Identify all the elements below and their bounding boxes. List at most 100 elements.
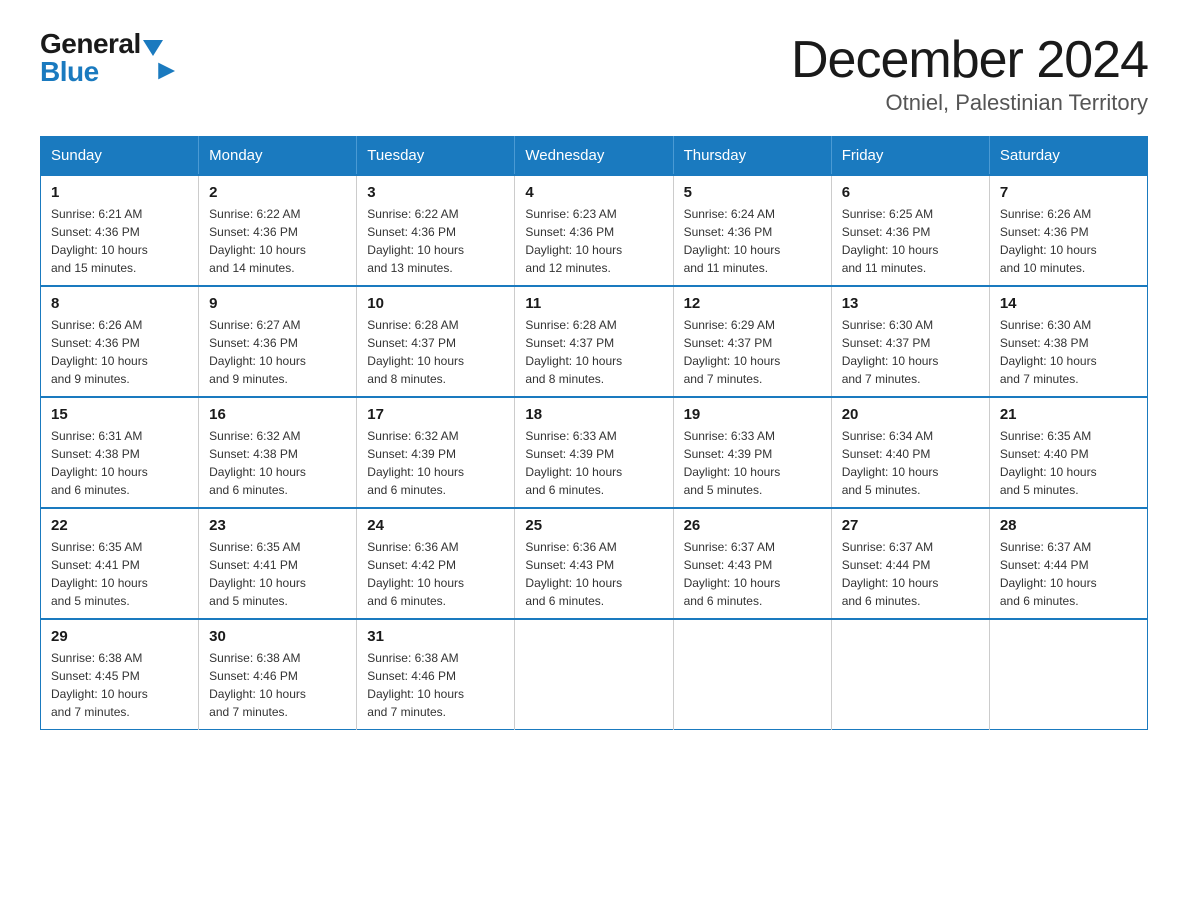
day-info: Sunrise: 6:37 AM Sunset: 4:43 PM Dayligh…	[684, 538, 821, 610]
day-number: 12	[684, 295, 821, 312]
day-number: 15	[51, 406, 188, 423]
day-info: Sunrise: 6:31 AM Sunset: 4:38 PM Dayligh…	[51, 427, 188, 499]
day-number: 2	[209, 184, 346, 201]
calendar-table: Sunday Monday Tuesday Wednesday Thursday…	[40, 136, 1148, 730]
day-number: 29	[51, 628, 188, 645]
calendar-cell: 6 Sunrise: 6:25 AM Sunset: 4:36 PM Dayli…	[831, 175, 989, 286]
calendar-cell: 9 Sunrise: 6:27 AM Sunset: 4:36 PM Dayli…	[199, 286, 357, 397]
calendar-cell: 19 Sunrise: 6:33 AM Sunset: 4:39 PM Dayl…	[673, 397, 831, 508]
logo-triangle-shape: ►	[143, 40, 163, 56]
day-info: Sunrise: 6:33 AM Sunset: 4:39 PM Dayligh…	[684, 427, 821, 499]
day-number: 21	[1000, 406, 1137, 423]
calendar-cell: 14 Sunrise: 6:30 AM Sunset: 4:38 PM Dayl…	[989, 286, 1147, 397]
day-number: 14	[1000, 295, 1137, 312]
day-info: Sunrise: 6:25 AM Sunset: 4:36 PM Dayligh…	[842, 205, 979, 277]
col-thursday: Thursday	[673, 137, 831, 176]
calendar-cell: 30 Sunrise: 6:38 AM Sunset: 4:46 PM Dayl…	[199, 619, 357, 730]
day-info: Sunrise: 6:26 AM Sunset: 4:36 PM Dayligh…	[1000, 205, 1137, 277]
day-number: 31	[367, 628, 504, 645]
calendar-cell: 11 Sunrise: 6:28 AM Sunset: 4:37 PM Dayl…	[515, 286, 673, 397]
day-number: 19	[684, 406, 821, 423]
page-header: General► Blue December 2024 Otniel, Pale…	[40, 30, 1148, 116]
calendar-cell	[831, 619, 989, 730]
day-number: 9	[209, 295, 346, 312]
day-number: 6	[842, 184, 979, 201]
col-friday: Friday	[831, 137, 989, 176]
day-number: 16	[209, 406, 346, 423]
day-info: Sunrise: 6:27 AM Sunset: 4:36 PM Dayligh…	[209, 316, 346, 388]
day-number: 28	[1000, 517, 1137, 534]
day-number: 1	[51, 184, 188, 201]
calendar-cell: 18 Sunrise: 6:33 AM Sunset: 4:39 PM Dayl…	[515, 397, 673, 508]
day-info: Sunrise: 6:30 AM Sunset: 4:38 PM Dayligh…	[1000, 316, 1137, 388]
day-info: Sunrise: 6:30 AM Sunset: 4:37 PM Dayligh…	[842, 316, 979, 388]
day-info: Sunrise: 6:22 AM Sunset: 4:36 PM Dayligh…	[367, 205, 504, 277]
day-info: Sunrise: 6:38 AM Sunset: 4:45 PM Dayligh…	[51, 649, 188, 721]
calendar-subtitle: Otniel, Palestinian Territory	[791, 90, 1148, 116]
calendar-week-1: 1 Sunrise: 6:21 AM Sunset: 4:36 PM Dayli…	[41, 175, 1148, 286]
day-number: 25	[525, 517, 662, 534]
day-info: Sunrise: 6:37 AM Sunset: 4:44 PM Dayligh…	[1000, 538, 1137, 610]
day-info: Sunrise: 6:32 AM Sunset: 4:39 PM Dayligh…	[367, 427, 504, 499]
calendar-cell	[673, 619, 831, 730]
day-number: 23	[209, 517, 346, 534]
day-number: 24	[367, 517, 504, 534]
day-number: 5	[684, 184, 821, 201]
calendar-week-4: 22 Sunrise: 6:35 AM Sunset: 4:41 PM Dayl…	[41, 508, 1148, 619]
day-number: 13	[842, 295, 979, 312]
day-info: Sunrise: 6:35 AM Sunset: 4:40 PM Dayligh…	[1000, 427, 1137, 499]
calendar-cell: 28 Sunrise: 6:37 AM Sunset: 4:44 PM Dayl…	[989, 508, 1147, 619]
calendar-cell	[989, 619, 1147, 730]
calendar-cell: 5 Sunrise: 6:24 AM Sunset: 4:36 PM Dayli…	[673, 175, 831, 286]
calendar-cell: 27 Sunrise: 6:37 AM Sunset: 4:44 PM Dayl…	[831, 508, 989, 619]
logo-blue: Blue	[40, 58, 163, 86]
calendar-cell: 22 Sunrise: 6:35 AM Sunset: 4:41 PM Dayl…	[41, 508, 199, 619]
day-info: Sunrise: 6:21 AM Sunset: 4:36 PM Dayligh…	[51, 205, 188, 277]
col-tuesday: Tuesday	[357, 137, 515, 176]
day-number: 10	[367, 295, 504, 312]
calendar-cell: 7 Sunrise: 6:26 AM Sunset: 4:36 PM Dayli…	[989, 175, 1147, 286]
day-info: Sunrise: 6:35 AM Sunset: 4:41 PM Dayligh…	[51, 538, 188, 610]
day-info: Sunrise: 6:38 AM Sunset: 4:46 PM Dayligh…	[367, 649, 504, 721]
day-info: Sunrise: 6:36 AM Sunset: 4:43 PM Dayligh…	[525, 538, 662, 610]
day-info: Sunrise: 6:23 AM Sunset: 4:36 PM Dayligh…	[525, 205, 662, 277]
day-info: Sunrise: 6:29 AM Sunset: 4:37 PM Dayligh…	[684, 316, 821, 388]
day-number: 4	[525, 184, 662, 201]
day-info: Sunrise: 6:24 AM Sunset: 4:36 PM Dayligh…	[684, 205, 821, 277]
day-info: Sunrise: 6:26 AM Sunset: 4:36 PM Dayligh…	[51, 316, 188, 388]
day-info: Sunrise: 6:35 AM Sunset: 4:41 PM Dayligh…	[209, 538, 346, 610]
calendar-cell: 25 Sunrise: 6:36 AM Sunset: 4:43 PM Dayl…	[515, 508, 673, 619]
logo-general: General	[40, 28, 141, 59]
day-number: 7	[1000, 184, 1137, 201]
calendar-cell: 15 Sunrise: 6:31 AM Sunset: 4:38 PM Dayl…	[41, 397, 199, 508]
day-number: 3	[367, 184, 504, 201]
calendar-cell: 17 Sunrise: 6:32 AM Sunset: 4:39 PM Dayl…	[357, 397, 515, 508]
day-number: 22	[51, 517, 188, 534]
day-number: 27	[842, 517, 979, 534]
day-info: Sunrise: 6:37 AM Sunset: 4:44 PM Dayligh…	[842, 538, 979, 610]
day-info: Sunrise: 6:34 AM Sunset: 4:40 PM Dayligh…	[842, 427, 979, 499]
calendar-cell: 29 Sunrise: 6:38 AM Sunset: 4:45 PM Dayl…	[41, 619, 199, 730]
day-number: 17	[367, 406, 504, 423]
day-info: Sunrise: 6:36 AM Sunset: 4:42 PM Dayligh…	[367, 538, 504, 610]
header-row: Sunday Monday Tuesday Wednesday Thursday…	[41, 137, 1148, 176]
title-section: December 2024 Otniel, Palestinian Territ…	[791, 30, 1148, 116]
calendar-cell: 24 Sunrise: 6:36 AM Sunset: 4:42 PM Dayl…	[357, 508, 515, 619]
calendar-cell: 23 Sunrise: 6:35 AM Sunset: 4:41 PM Dayl…	[199, 508, 357, 619]
col-sunday: Sunday	[41, 137, 199, 176]
day-number: 20	[842, 406, 979, 423]
logo: General► Blue	[40, 30, 163, 86]
day-number: 8	[51, 295, 188, 312]
calendar-title: December 2024	[791, 30, 1148, 90]
day-info: Sunrise: 6:22 AM Sunset: 4:36 PM Dayligh…	[209, 205, 346, 277]
col-saturday: Saturday	[989, 137, 1147, 176]
day-info: Sunrise: 6:28 AM Sunset: 4:37 PM Dayligh…	[367, 316, 504, 388]
day-number: 11	[525, 295, 662, 312]
day-info: Sunrise: 6:28 AM Sunset: 4:37 PM Dayligh…	[525, 316, 662, 388]
calendar-cell	[515, 619, 673, 730]
calendar-cell: 10 Sunrise: 6:28 AM Sunset: 4:37 PM Dayl…	[357, 286, 515, 397]
day-info: Sunrise: 6:32 AM Sunset: 4:38 PM Dayligh…	[209, 427, 346, 499]
col-monday: Monday	[199, 137, 357, 176]
calendar-cell: 16 Sunrise: 6:32 AM Sunset: 4:38 PM Dayl…	[199, 397, 357, 508]
day-number: 30	[209, 628, 346, 645]
